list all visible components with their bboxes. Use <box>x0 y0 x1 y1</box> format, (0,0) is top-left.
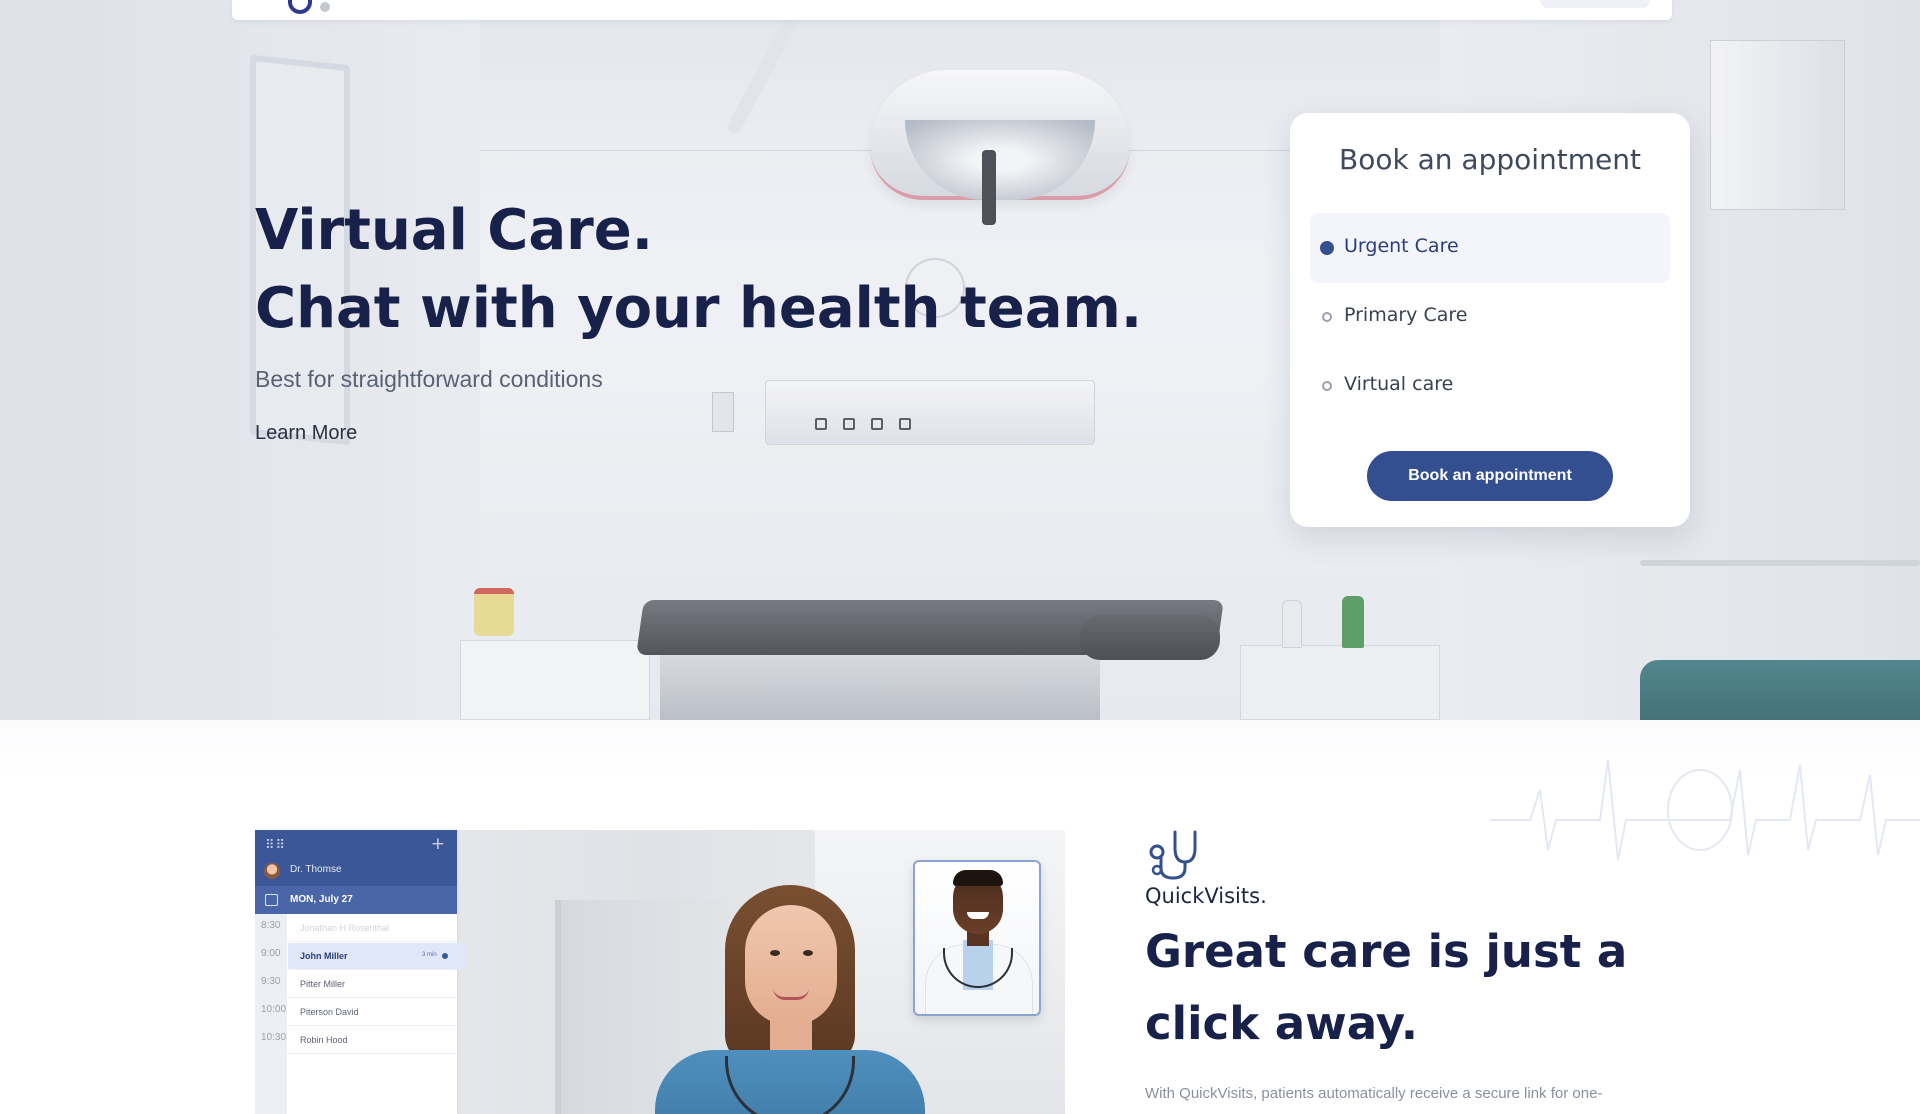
schedule-row-selected[interactable]: 9:00 John Miller 3 min <box>255 942 466 970</box>
schedule-date: MON, July 27 <box>290 894 353 905</box>
avatar <box>264 863 280 879</box>
hero-title-line-2: Chat with your health team. <box>255 276 1143 341</box>
grid-icon[interactable]: ⠿⠿ <box>265 838 286 853</box>
radio-empty-icon[interactable] <box>1322 381 1332 391</box>
schedule-header: ⠿⠿ + Dr. Thomse MON, July 27 <box>255 830 457 914</box>
quickvisits-title: Great care is just a click away. <box>1145 925 1628 1050</box>
learn-more-link[interactable]: Learn More <box>255 422 357 445</box>
calendar-icon <box>265 894 278 906</box>
booking-card-title: Book an appointment <box>1339 143 1641 176</box>
heartbeat-line-icon <box>1490 759 1920 860</box>
quickvisits-kicker: QuickVisits. <box>1145 884 1267 908</box>
doctor-video-thumbnail <box>913 860 1041 1016</box>
option-label: Primary Care <box>1344 304 1468 326</box>
schedule-row[interactable]: 9:30 Pitter Miller <box>255 970 457 998</box>
nurse-eye <box>770 950 780 956</box>
logo-dot <box>320 2 330 12</box>
booking-card: Book an appointment Urgent Care Primary … <box>1290 113 1690 527</box>
radio-empty-icon[interactable] <box>1322 312 1332 322</box>
radio-selected-icon[interactable] <box>1320 241 1334 255</box>
stethoscope <box>725 1056 855 1114</box>
doctor-smile <box>967 912 989 919</box>
stethoscope-icon <box>1149 830 1197 880</box>
row-time: 8:30 <box>261 920 281 931</box>
quickvisits-body: With QuickVisits, patients automatically… <box>1145 1085 1603 1102</box>
option-urgent-care[interactable]: Urgent Care <box>1310 213 1670 283</box>
nurse-eye <box>803 950 813 956</box>
schedule-date-bar[interactable]: MON, July 27 <box>255 886 457 914</box>
option-label: Urgent Care <box>1344 235 1459 257</box>
schedule-row[interactable]: 8:30 Jonathan H Rosenthal <box>255 914 457 942</box>
row-time: 9:30 <box>261 976 281 987</box>
navbar-button[interactable] <box>1540 0 1650 8</box>
plus-icon[interactable]: + <box>431 834 445 854</box>
top-navbar <box>232 0 1672 20</box>
hero-title: Virtual Care. Chat with your health team… <box>255 192 1142 348</box>
row-time: 10:00 <box>261 1004 287 1015</box>
option-primary-care[interactable]: Primary Care <box>1310 282 1670 352</box>
row-patient: Jonathan H Rosenthal <box>300 923 390 933</box>
status-dot-icon <box>442 953 448 959</box>
row-patient: Piterson David <box>300 1007 359 1017</box>
book-appointment-button[interactable]: Book an appointment <box>1367 451 1613 501</box>
schedule-widget: ⠿⠿ + Dr. Thomse MON, July 27 8:30 Jonath… <box>255 830 466 1114</box>
row-duration: 3 min <box>422 952 437 958</box>
row-patient: Pitter Miller <box>300 979 346 989</box>
option-virtual-care[interactable]: Virtual care <box>1310 351 1670 421</box>
hero-subtitle: Best for straightforward conditions <box>255 366 603 392</box>
nurse-face <box>745 905 837 1025</box>
option-label: Virtual care <box>1344 373 1454 395</box>
doctor-name: Dr. Thomse <box>290 864 342 875</box>
row-patient: John Miller <box>300 951 348 961</box>
row-time: 10:30 <box>261 1032 287 1043</box>
row-patient: Robin Hood <box>300 1035 348 1045</box>
row-time: 9:00 <box>261 948 281 959</box>
schedule-row[interactable]: 10:30 Robin Hood <box>255 1026 457 1054</box>
schedule-row[interactable]: 10:00 Piterson David <box>255 998 457 1026</box>
hero-title-line-1: Virtual Care. <box>255 198 654 263</box>
schedule-list: 8:30 Jonathan H Rosenthal 9:00 John Mill… <box>255 914 466 1114</box>
schedule-doctor[interactable]: Dr. Thomse <box>255 858 457 884</box>
doctor-hair <box>953 870 1003 886</box>
